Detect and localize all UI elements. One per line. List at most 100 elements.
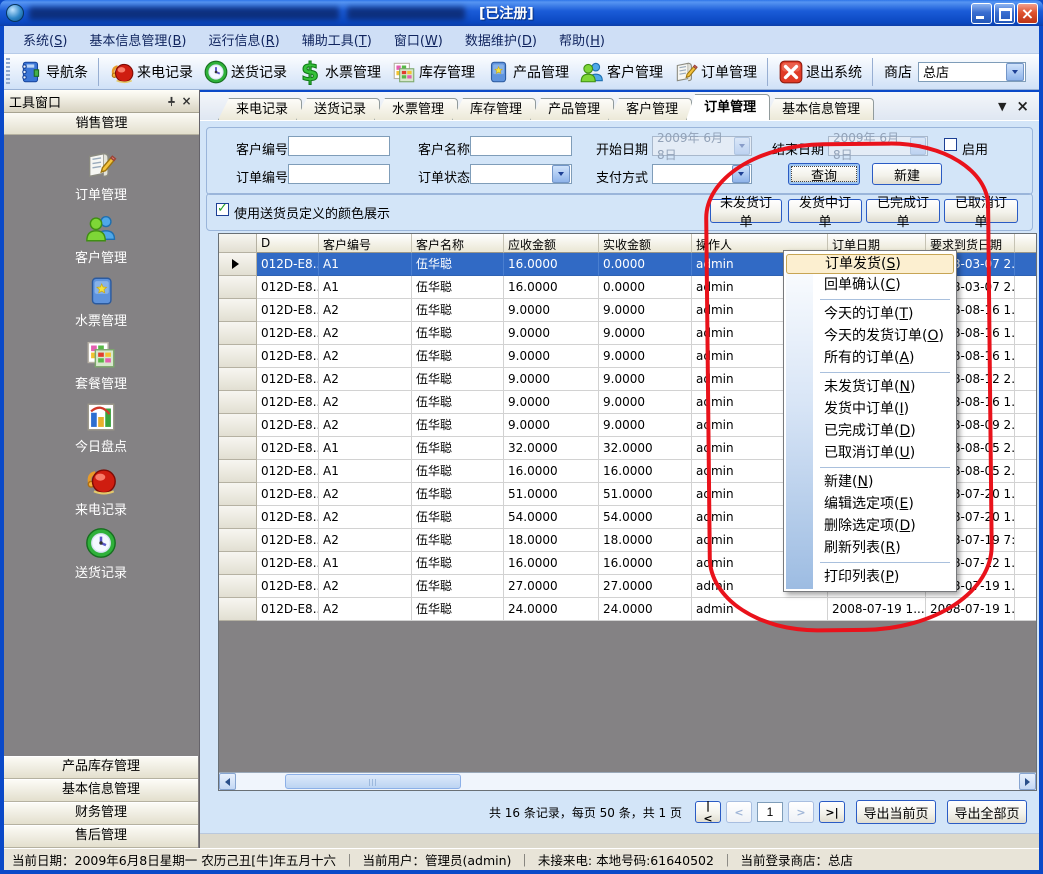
toolbar-call-records-button[interactable]: 来电记录	[104, 57, 198, 87]
export-all-pages-button[interactable]: 导出全部页	[947, 800, 1027, 824]
context-menu-shipping-orders[interactable]: 发货中订单(I)	[786, 398, 954, 420]
cell-customer_name: 伍华聪	[412, 322, 504, 345]
pay-method-select[interactable]	[652, 164, 752, 184]
enable-checkbox[interactable]	[944, 138, 957, 151]
toolbar-customers-button[interactable]: 客户管理	[574, 57, 668, 87]
pin-icon[interactable]	[164, 94, 179, 109]
completed-orders-button[interactable]: 已完成订单	[866, 199, 940, 223]
column-header-4[interactable]: 实收金额	[599, 234, 692, 253]
scroll-right-icon[interactable]	[1019, 773, 1036, 790]
toolbar-orders-button[interactable]: 订单管理	[668, 57, 762, 87]
tab-close-icon[interactable]: ×	[1016, 97, 1029, 115]
new-button[interactable]: 新建	[872, 163, 942, 185]
today-check-icon	[84, 400, 118, 434]
context-menu-receipt-confirm[interactable]: 回单确认(C)	[786, 274, 954, 296]
next-page-button[interactable]: >	[788, 801, 814, 823]
menu-runtime-info[interactable]: 运行信息(R)	[198, 26, 291, 53]
end-date-picker[interactable]: 2009年 6月 8日	[828, 136, 928, 156]
color-display-checkbox[interactable]	[216, 203, 229, 216]
tab-products[interactable]: 产品管理	[530, 98, 614, 120]
menu-window[interactable]: 窗口(W)	[383, 26, 454, 53]
toolbar-delivery-records-button[interactable]: 送货记录	[198, 57, 292, 87]
context-menu-completed-orders[interactable]: 已完成订单(D)	[786, 420, 954, 442]
unshipped-orders-button[interactable]: 未发货订单	[710, 199, 782, 223]
sidebar-section-basic-info-management[interactable]: 基本信息管理	[4, 779, 198, 802]
query-button[interactable]: 查询	[788, 163, 860, 185]
cell-id: 012D-E8...	[257, 506, 319, 529]
scrollbar-thumb[interactable]	[285, 774, 461, 789]
sidebar-item-today-inventory[interactable]: 今日盘点	[4, 394, 198, 457]
context-menu-cancelled-orders[interactable]: 已取消订单(U)	[786, 442, 954, 464]
column-header-0[interactable]: D	[257, 234, 319, 253]
cancelled-orders-button[interactable]: 已取消订单	[944, 199, 1018, 223]
tab-list-dropdown-icon[interactable]: ▼	[998, 100, 1006, 113]
context-menu-refresh-list[interactable]: 刷新列表(R)	[786, 537, 954, 559]
tab-delivery-records[interactable]: 送货记录	[296, 98, 380, 120]
sidebar-item-customers[interactable]: 客户管理	[4, 205, 198, 268]
menu-auxiliary-tools[interactable]: 辅助工具(T)	[291, 26, 383, 53]
toolbar-products-button[interactable]: 产品管理	[480, 57, 574, 87]
sidebar-section-sales[interactable]: 销售管理	[4, 113, 199, 135]
order-status-select[interactable]	[470, 164, 572, 184]
shipping-orders-button[interactable]: 发货中订单	[788, 199, 862, 223]
menu-help[interactable]: 帮助(H)	[548, 26, 616, 53]
cell-filler	[1015, 437, 1036, 460]
toolbar-inventory-button[interactable]: 库存管理	[386, 57, 480, 87]
cell-filler	[1015, 529, 1036, 552]
column-header-1[interactable]: 客户编号	[319, 234, 412, 253]
minimize-button[interactable]	[971, 3, 992, 24]
table-row[interactable]: 012D-E8...A2伍华聪24.000024.0000admin2008-0…	[219, 598, 1036, 621]
toolbar-exit-system-button[interactable]: 退出系统	[773, 57, 867, 87]
column-header-2[interactable]: 客户名称	[412, 234, 504, 253]
close-button[interactable]	[1017, 3, 1038, 24]
sidebar-section-product-inventory-management[interactable]: 产品库存管理	[4, 756, 198, 779]
tab-call-records[interactable]: 来电记录	[218, 98, 302, 120]
context-menu-todays-shipped-orders[interactable]: 今天的发货订单(O)	[786, 325, 954, 347]
sidebar-item-water-tickets[interactable]: 水票管理	[4, 268, 198, 331]
maximize-button[interactable]	[994, 3, 1015, 24]
tab-inventory[interactable]: 库存管理	[452, 98, 536, 120]
sidebar-item-orders[interactable]: 订单管理	[4, 142, 198, 205]
menu-system[interactable]: 系统(S)	[12, 26, 78, 53]
package-icon	[84, 337, 118, 371]
context-menu-todays-orders[interactable]: 今天的订单(T)	[786, 303, 954, 325]
sidebar-item-delivery-records[interactable]: 送货记录	[4, 520, 198, 583]
order-code-input[interactable]	[288, 164, 390, 184]
scroll-left-icon[interactable]	[219, 773, 236, 790]
menu-basic-info-management[interactable]: 基本信息管理(B)	[78, 26, 197, 53]
sidebar-item-call-records[interactable]: 来电记录	[4, 457, 198, 520]
context-menu-delete-selected[interactable]: 删除选定项(D)	[786, 515, 954, 537]
dropdown-arrow-icon	[552, 165, 570, 183]
first-page-button[interactable]: |<	[695, 801, 721, 823]
sidebar-section-finance-management[interactable]: 财务管理	[4, 802, 198, 825]
status-missed-call-number: 未接来电: 本地号码:61640502	[538, 850, 714, 869]
toolbar-navigator-button[interactable]: 导航条	[13, 57, 93, 87]
start-date-picker[interactable]: 2009年 6月 8日	[652, 136, 752, 156]
tab-customers[interactable]: 客户管理	[608, 98, 692, 120]
tab-orders[interactable]: 订单管理	[686, 94, 770, 120]
column-header-3[interactable]: 应收金额	[504, 234, 599, 253]
page-number-input[interactable]	[757, 802, 783, 822]
horizontal-scrollbar[interactable]	[219, 772, 1036, 790]
context-menu-new-order[interactable]: 新建(N)	[786, 471, 954, 493]
toolbar-water-tickets-button[interactable]: $水票管理	[292, 57, 386, 87]
customer-code-input[interactable]	[288, 136, 390, 156]
close-panel-icon[interactable]: ×	[179, 94, 194, 109]
customer-name-input[interactable]	[470, 136, 572, 156]
context-menu-unshipped-orders[interactable]: 未发货订单(N)	[786, 376, 954, 398]
menu-data-maintenance[interactable]: 数据维护(D)	[454, 26, 548, 53]
shop-select[interactable]: 总店	[918, 62, 1026, 82]
prev-page-button[interactable]: <	[726, 801, 752, 823]
context-menu-edit-selected[interactable]: 编辑选定项(E)	[786, 493, 954, 515]
order-icon	[673, 59, 699, 85]
tab-water-tickets[interactable]: 水票管理	[374, 98, 458, 120]
last-page-button[interactable]: >|	[819, 801, 845, 823]
sidebar-section-after-sales-management[interactable]: 售后管理	[4, 825, 198, 848]
sidebar-item-packages[interactable]: 套餐管理	[4, 331, 198, 394]
row-selector	[219, 506, 257, 529]
context-menu-print-list[interactable]: 打印列表(P)	[786, 566, 954, 588]
context-menu-ship-order[interactable]: 订单发货(S)	[786, 254, 954, 274]
context-menu-all-orders[interactable]: 所有的订单(A)	[786, 347, 954, 369]
tab-basic-info-management[interactable]: 基本信息管理	[764, 98, 874, 120]
export-current-page-button[interactable]: 导出当前页	[856, 800, 936, 824]
